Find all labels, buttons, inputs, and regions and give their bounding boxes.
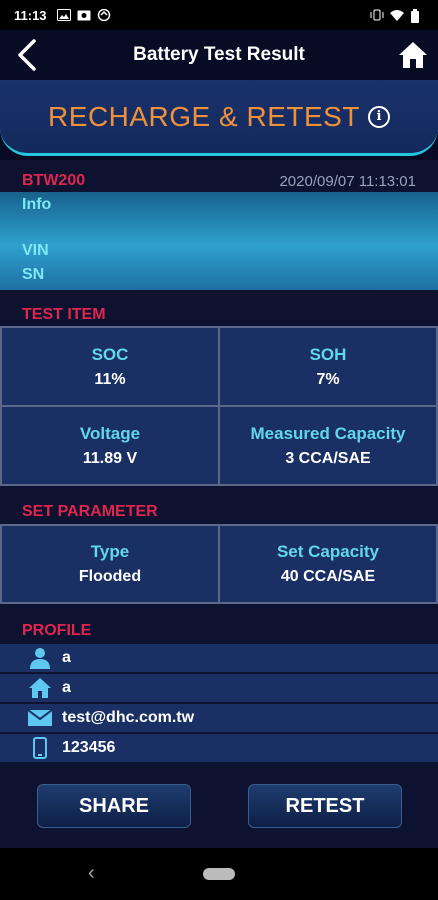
image-icon bbox=[56, 9, 71, 21]
back-arrow-icon[interactable] bbox=[10, 38, 44, 72]
soc-cell: SOC 11% bbox=[2, 328, 218, 405]
result-text: RECHARGE & RETEST bbox=[48, 100, 360, 132]
profile-value: a bbox=[62, 679, 71, 696]
sn-label: SN bbox=[22, 266, 45, 283]
result-banner: RECHARGE & RETEST i bbox=[0, 80, 438, 156]
soh-cell: SOH 7% bbox=[220, 328, 436, 405]
profile-row-address: a bbox=[0, 674, 438, 702]
info-label: Info bbox=[22, 196, 52, 213]
test-datetime: 2020/09/07 11:13:01 bbox=[279, 172, 416, 190]
cell-label: SOH bbox=[309, 344, 347, 364]
cell-label: Type bbox=[90, 542, 130, 561]
system-nav-bar: ‹ bbox=[0, 848, 438, 900]
info-header: BTW200 2020/09/07 11:13:01 bbox=[0, 168, 438, 194]
measured-capacity-cell: Measured Capacity 3 CCA/SAE bbox=[220, 407, 436, 484]
cell-value: Flooded bbox=[78, 568, 142, 585]
result-banner-area: RECHARGE & RETEST i bbox=[0, 80, 438, 160]
cell-label: Measured Capacity bbox=[250, 423, 406, 443]
photo-icon bbox=[77, 9, 91, 21]
cell-label: Set Capacity bbox=[276, 542, 380, 561]
app-bar: Battery Test Result bbox=[0, 30, 438, 80]
profile-value: a bbox=[62, 649, 71, 666]
info-icon[interactable]: i bbox=[367, 105, 390, 128]
mail-icon bbox=[28, 706, 52, 730]
cell-value: 11% bbox=[94, 370, 126, 388]
set-parameter-title: SET PARAMETER bbox=[22, 503, 158, 520]
person-icon bbox=[28, 646, 52, 670]
cell-value: 3 CCA/SAE bbox=[285, 449, 371, 467]
cell-label: Voltage bbox=[79, 423, 141, 443]
cell-value: 40 CCA/SAE bbox=[280, 568, 376, 585]
house-icon bbox=[28, 676, 52, 700]
profile-row-name: a bbox=[0, 644, 438, 672]
sync-icon bbox=[97, 8, 111, 22]
cell-value: 11.89 V bbox=[82, 449, 138, 467]
page-title: Battery Test Result bbox=[133, 44, 305, 65]
info-panel: Info VIN SN bbox=[0, 192, 438, 290]
set-parameter-grid: Type Flooded Set Capacity 40 CCA/SAE bbox=[0, 524, 438, 604]
type-cell: Type Flooded bbox=[2, 526, 218, 602]
voltage-cell: Voltage 11.89 V bbox=[2, 407, 218, 484]
phone-icon bbox=[28, 736, 52, 760]
test-item-grid: SOC 11% SOH 7% Voltage 11.89 V Measured … bbox=[0, 326, 438, 486]
cell-value: 7% bbox=[316, 370, 340, 388]
profile-row-phone: 123456 bbox=[0, 734, 438, 762]
battery-icon bbox=[410, 9, 424, 23]
home-icon[interactable] bbox=[396, 38, 430, 72]
wifi-icon bbox=[390, 9, 404, 21]
profile-title: PROFILE bbox=[22, 622, 92, 639]
share-button[interactable]: SHARE bbox=[37, 784, 191, 828]
vibrate-icon bbox=[370, 9, 384, 21]
nav-home-pill[interactable] bbox=[203, 868, 235, 880]
device-name: BTW200 bbox=[22, 172, 86, 189]
vin-label: VIN bbox=[22, 242, 49, 259]
profile-value: test@dhc.com.tw bbox=[62, 709, 195, 726]
status-time: 11:13 bbox=[14, 7, 47, 23]
set-capacity-cell: Set Capacity 40 CCA/SAE bbox=[220, 526, 436, 602]
status-bar: 11:13 bbox=[0, 0, 438, 30]
cell-label: SOC bbox=[91, 344, 129, 364]
test-item-title: TEST ITEM bbox=[22, 306, 106, 323]
nav-back-icon[interactable]: ‹ bbox=[88, 862, 95, 885]
profile-value: 123456 bbox=[62, 739, 116, 756]
profile-row-email: test@dhc.com.tw bbox=[0, 704, 438, 732]
retest-button[interactable]: RETEST bbox=[248, 784, 402, 828]
